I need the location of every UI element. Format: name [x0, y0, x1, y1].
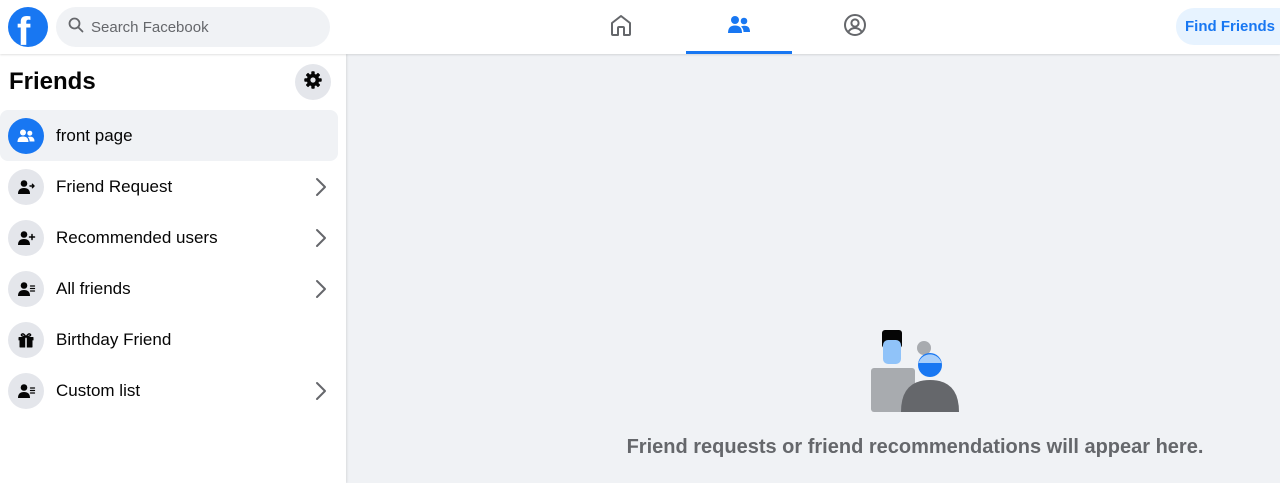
empty-state-message: Friend requests or friend recommendation…: [626, 436, 1204, 458]
search-icon: [68, 17, 84, 38]
person-list-icon: [8, 270, 44, 307]
sidebar-item-friend-request[interactable]: Friend Request: [0, 161, 338, 212]
friends-sidebar: Friends front page Friend Request Recomm…: [0, 54, 346, 483]
find-friends-button[interactable]: Find Friends: [1176, 8, 1280, 45]
search-box[interactable]: [56, 7, 330, 47]
tab-home[interactable]: [568, 0, 674, 54]
sidebar-item-recommended-users[interactable]: Recommended users: [0, 212, 338, 263]
active-tab-indicator: [686, 51, 792, 54]
person-arrow-icon: [8, 168, 44, 205]
sidebar-item-label: Recommended users: [56, 227, 218, 247]
sidebar-item-label: All friends: [56, 278, 131, 298]
empty-friends-illustration: [871, 330, 959, 412]
person-plus-icon: [8, 219, 44, 256]
friends-icon: [726, 12, 752, 43]
sidebar-item-label: Friend Request: [56, 176, 173, 196]
profile-icon: [842, 12, 868, 43]
sidebar-item-all-friends[interactable]: All friends: [0, 263, 338, 314]
facebook-logo[interactable]: f: [8, 7, 48, 47]
people-icon: [8, 117, 44, 154]
chevron-right-icon: [316, 381, 326, 400]
search-input[interactable]: [91, 18, 311, 36]
friends-menu: front page Friend Request Recommended us…: [0, 110, 346, 416]
sidebar-item-custom-list[interactable]: Custom list: [0, 365, 338, 416]
chevron-right-icon: [316, 228, 326, 247]
tab-profile[interactable]: [802, 0, 908, 54]
gear-icon: [303, 70, 323, 95]
top-navigation-bar: f Find Friends: [0, 0, 1280, 54]
chevron-right-icon: [316, 177, 326, 196]
home-icon: [608, 12, 634, 43]
person-list-icon: [8, 372, 44, 409]
sidebar-item-birthday-friend[interactable]: Birthday Friend: [0, 314, 338, 365]
sidebar-item-label: front page: [56, 125, 133, 145]
tab-friends[interactable]: [686, 0, 792, 54]
gift-icon: [8, 321, 44, 358]
sidebar-item-label: Birthday Friend: [56, 329, 172, 349]
chevron-right-icon: [316, 279, 326, 298]
main-content: Friend requests or friend recommendation…: [346, 54, 1280, 483]
sidebar-item-front-page[interactable]: front page: [0, 110, 338, 161]
sidebar-item-label: Custom list: [56, 380, 141, 400]
settings-button[interactable]: [295, 64, 331, 100]
page-title: Friends: [9, 68, 96, 95]
facebook-logo-letter: f: [17, 10, 31, 47]
